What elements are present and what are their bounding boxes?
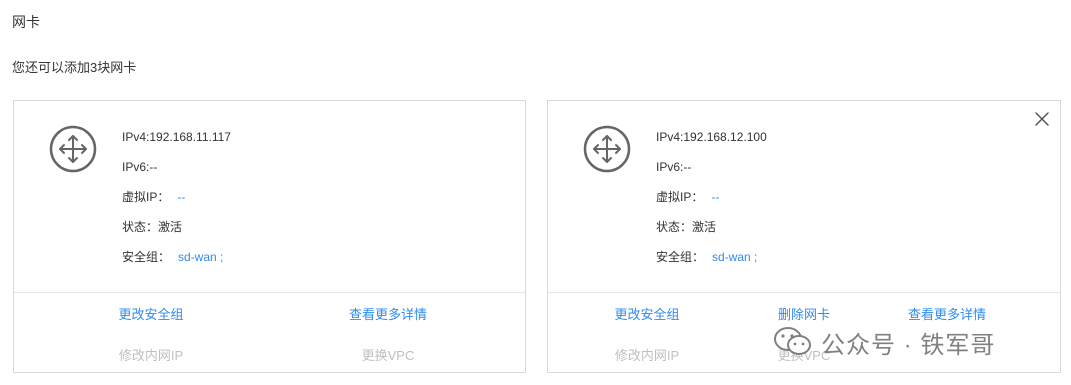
virtual-ip-link[interactable]: -- [177,190,185,204]
status-text: 状态：激活 [122,220,183,234]
watermark-text: 公众号 · 铁军哥 [821,331,996,359]
change-security-group-button[interactable]: 更改安全组 [614,304,679,323]
ipv6-address: IPv6:-- [656,160,692,174]
virtual-ip-label: 虚拟IP： [122,190,170,204]
wechat-icon [774,327,811,355]
nic-quota-text: 您还可以添加3块网卡 [12,60,137,75]
close-icon[interactable] [1034,111,1050,127]
security-group-label: 安全组： [656,250,705,264]
security-group-row: 安全组： sd-wan ; [656,248,767,278]
security-group-link[interactable]: sd-wan ; [178,250,223,264]
virtual-ip-row: 虚拟IP： -- [122,188,231,218]
virtual-ip-row: 虚拟IP： -- [656,188,767,218]
nic-info: IPv4:192.168.11.117 IPv6:-- 虚拟IP： -- 状态：激… [122,128,231,278]
modify-private-ip-button[interactable]: 修改内网IP [615,345,679,364]
status-text: 状态：激活 [656,220,717,234]
ipv4-address: IPv4:192.168.12.100 [656,130,767,144]
ipv4-address: IPv4:192.168.11.117 [122,130,231,144]
network-interface-icon [49,125,97,173]
watermark: 公众号 · 铁军哥 [773,322,995,362]
security-group-label: 安全组： [122,250,171,264]
replace-vpc-button[interactable]: 更换VPC [362,345,415,364]
nic-info: IPv4:192.168.12.100 IPv6:-- 虚拟IP： -- 状态：激… [656,128,767,278]
security-group-link[interactable]: sd-wan ; [712,250,757,264]
delete-nic-button[interactable]: 删除网卡 [778,304,830,323]
ipv6-address: IPv6:-- [122,160,158,174]
nic-card-1: IPv4:192.168.11.117 IPv6:-- 虚拟IP： -- 状态：激… [13,100,526,373]
card-divider [14,292,525,293]
modify-private-ip-button[interactable]: 修改内网IP [119,345,183,364]
virtual-ip-link[interactable]: -- [711,190,719,204]
virtual-ip-label: 虚拟IP： [656,190,704,204]
network-interface-icon [583,125,631,173]
view-more-details-button[interactable]: 查看更多详情 [349,304,427,323]
section-title: 网卡 [12,14,40,30]
view-more-details-button[interactable]: 查看更多详情 [908,304,986,323]
security-group-row: 安全组： sd-wan ; [122,248,231,278]
change-security-group-button[interactable]: 更改安全组 [118,304,183,323]
card-divider [548,292,1060,293]
